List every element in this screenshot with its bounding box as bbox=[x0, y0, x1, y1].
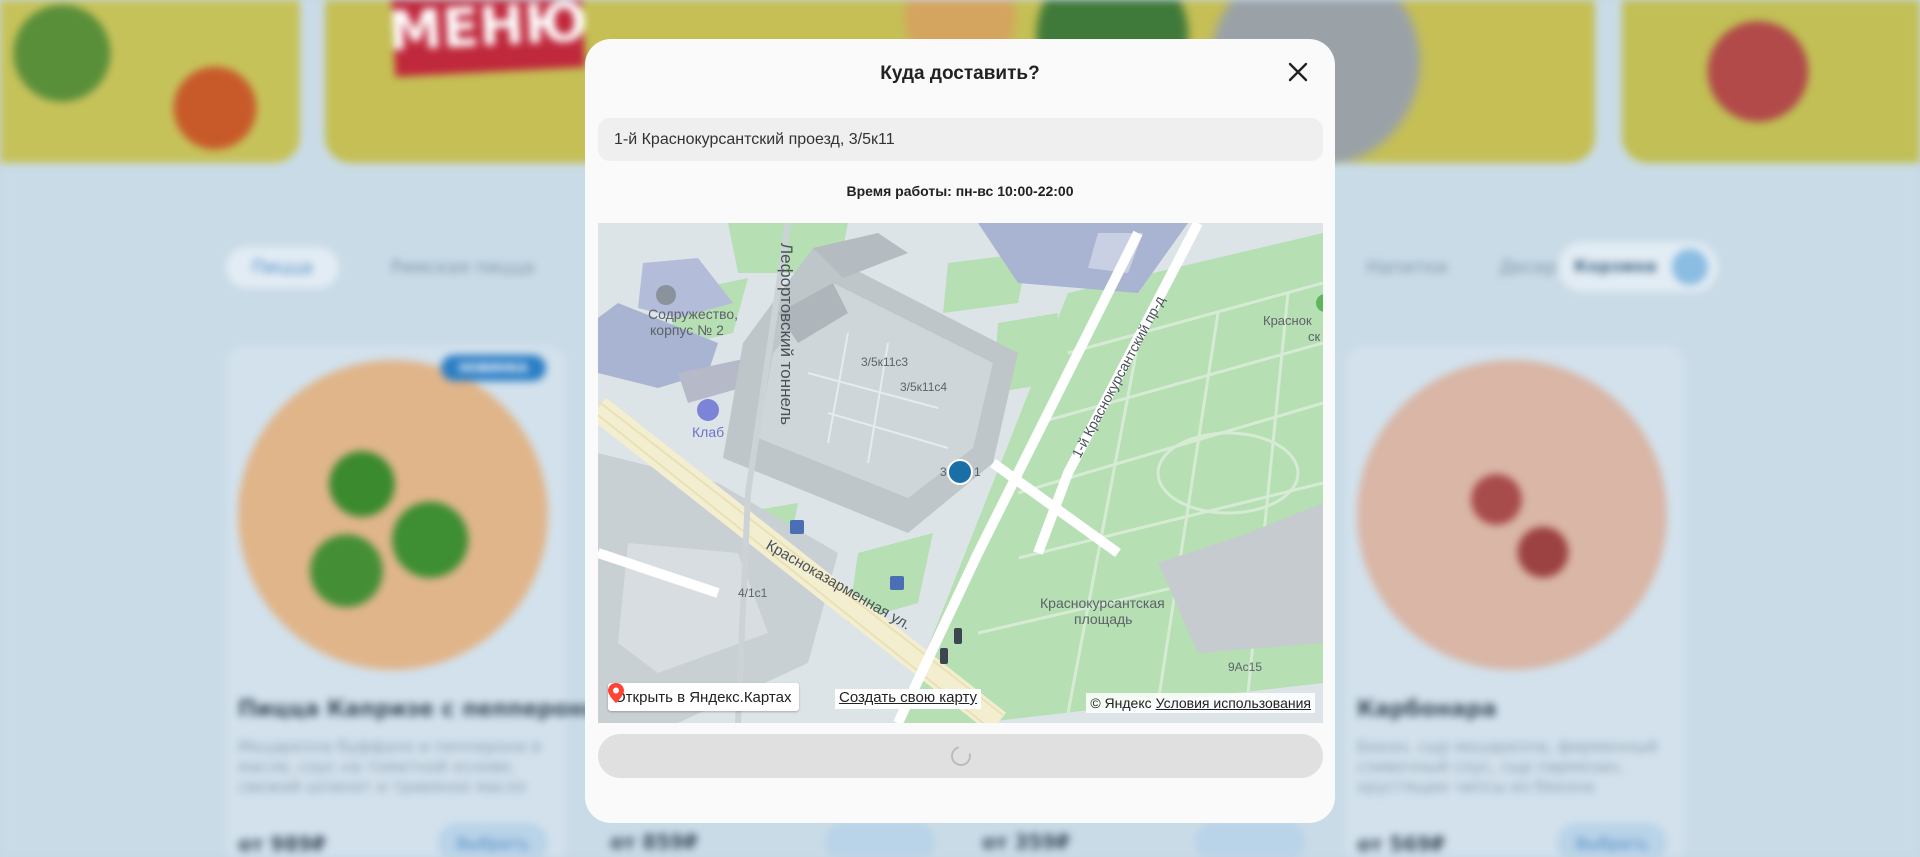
delivery-map[interactable]: Содружество, корпус № 2 Клаб Лефортовски… bbox=[598, 223, 1323, 723]
map-label: Краснок bbox=[1263, 313, 1312, 328]
product-price: от 569₽ bbox=[1357, 832, 1445, 856]
location-marker-icon[interactable] bbox=[947, 459, 973, 485]
building-number: 4/1с1 bbox=[738, 586, 768, 600]
map-label: площадь bbox=[1074, 611, 1132, 627]
cart-button[interactable]: Корзина bbox=[1558, 242, 1718, 292]
confirm-address-button[interactable] bbox=[598, 734, 1323, 778]
map-label: Содружество, bbox=[648, 306, 738, 322]
cart-label: Корзина bbox=[1574, 257, 1657, 277]
category-tab-drinks[interactable]: Напитки bbox=[1366, 257, 1447, 278]
product-price: от 989₽ bbox=[238, 832, 326, 856]
delivery-address-modal: Куда доставить? Время работы: пн-вс 10:0… bbox=[585, 39, 1335, 823]
open-in-maps-label: Открыть в Яндекс.Картах bbox=[614, 688, 792, 706]
traffic-light-icon bbox=[940, 648, 948, 664]
modal-title: Куда доставить? bbox=[880, 63, 1040, 84]
building-number: 1 bbox=[974, 465, 981, 479]
open-in-yandex-maps-button[interactable]: Открыть в Яндекс.Картах bbox=[608, 683, 800, 711]
product-title: Карбонара bbox=[1357, 697, 1497, 722]
new-badge: НОВИНКА bbox=[441, 355, 546, 381]
create-map-link[interactable]: Создать свою карту bbox=[835, 689, 982, 709]
product-title: Пицца Капризе с пепперони bbox=[238, 697, 600, 722]
building-number: 9Ас15 bbox=[1228, 660, 1262, 674]
building-number: 3/5к11с3 bbox=[861, 355, 908, 369]
map-label: корпус № 2 bbox=[650, 322, 724, 338]
promo-banner-left[interactable] bbox=[0, 0, 300, 163]
close-icon bbox=[1288, 62, 1308, 82]
university-icon bbox=[656, 285, 676, 305]
building-number: 3 bbox=[940, 465, 947, 479]
product-card[interactable]: НОВИНКА Пицца Капризе с пепперони Моцаре… bbox=[226, 345, 599, 857]
promo-banner-right[interactable] bbox=[1622, 0, 1920, 163]
product-card[interactable]: Карбонара Бекон, сыр моцарелла, фирменны… bbox=[1345, 345, 1685, 857]
select-button[interactable]: Выбрать bbox=[1557, 823, 1667, 857]
category-tab-pizza[interactable]: Пицца bbox=[226, 246, 339, 288]
cart-icon bbox=[1672, 249, 1708, 285]
bus-stop-icon bbox=[890, 576, 904, 590]
terms-link[interactable]: Условия использования bbox=[1156, 695, 1311, 711]
banner-menu-text: МЕНЮ bbox=[387, 0, 589, 77]
map-canvas[interactable]: Содружество, корпус № 2 Клаб Лефортовски… bbox=[598, 223, 1323, 723]
product-image bbox=[1357, 360, 1667, 670]
building-number: 3/5к11с4 bbox=[900, 380, 947, 394]
map-pin-icon bbox=[608, 683, 624, 703]
working-hours: Время работы: пн-вс 10:00-22:00 bbox=[846, 183, 1074, 199]
copyright-text: © Яндекс bbox=[1090, 695, 1152, 711]
map-label: Краснокурсантская bbox=[1040, 595, 1165, 611]
loading-spinner-icon bbox=[946, 742, 975, 770]
product-price: от 859₽ bbox=[610, 830, 698, 854]
map-label: ск bbox=[1308, 329, 1321, 344]
product-description: Моцарелла буффало и пепперони в масле, с… bbox=[238, 737, 542, 796]
product-price: от 359₽ bbox=[982, 830, 1070, 854]
street-label: Лефортовский тоннель bbox=[777, 243, 796, 425]
address-input[interactable] bbox=[598, 118, 1323, 161]
close-button[interactable] bbox=[1281, 55, 1315, 89]
select-button[interactable] bbox=[825, 822, 935, 857]
bus-stop-icon bbox=[790, 520, 804, 534]
product-image bbox=[238, 360, 548, 670]
product-description: Бекон, сыр моцарелла, фирменный сливочны… bbox=[1357, 737, 1658, 796]
hotel-icon bbox=[697, 399, 719, 421]
select-button[interactable] bbox=[1195, 822, 1305, 857]
category-tab-roman-pizza[interactable]: Римская пицца bbox=[391, 257, 534, 278]
map-label: Клаб bbox=[692, 424, 724, 440]
map-copyright: © Яндекс Условия использования bbox=[1086, 693, 1315, 713]
select-button[interactable]: Выбрать bbox=[438, 823, 548, 857]
traffic-light-icon bbox=[954, 628, 962, 644]
